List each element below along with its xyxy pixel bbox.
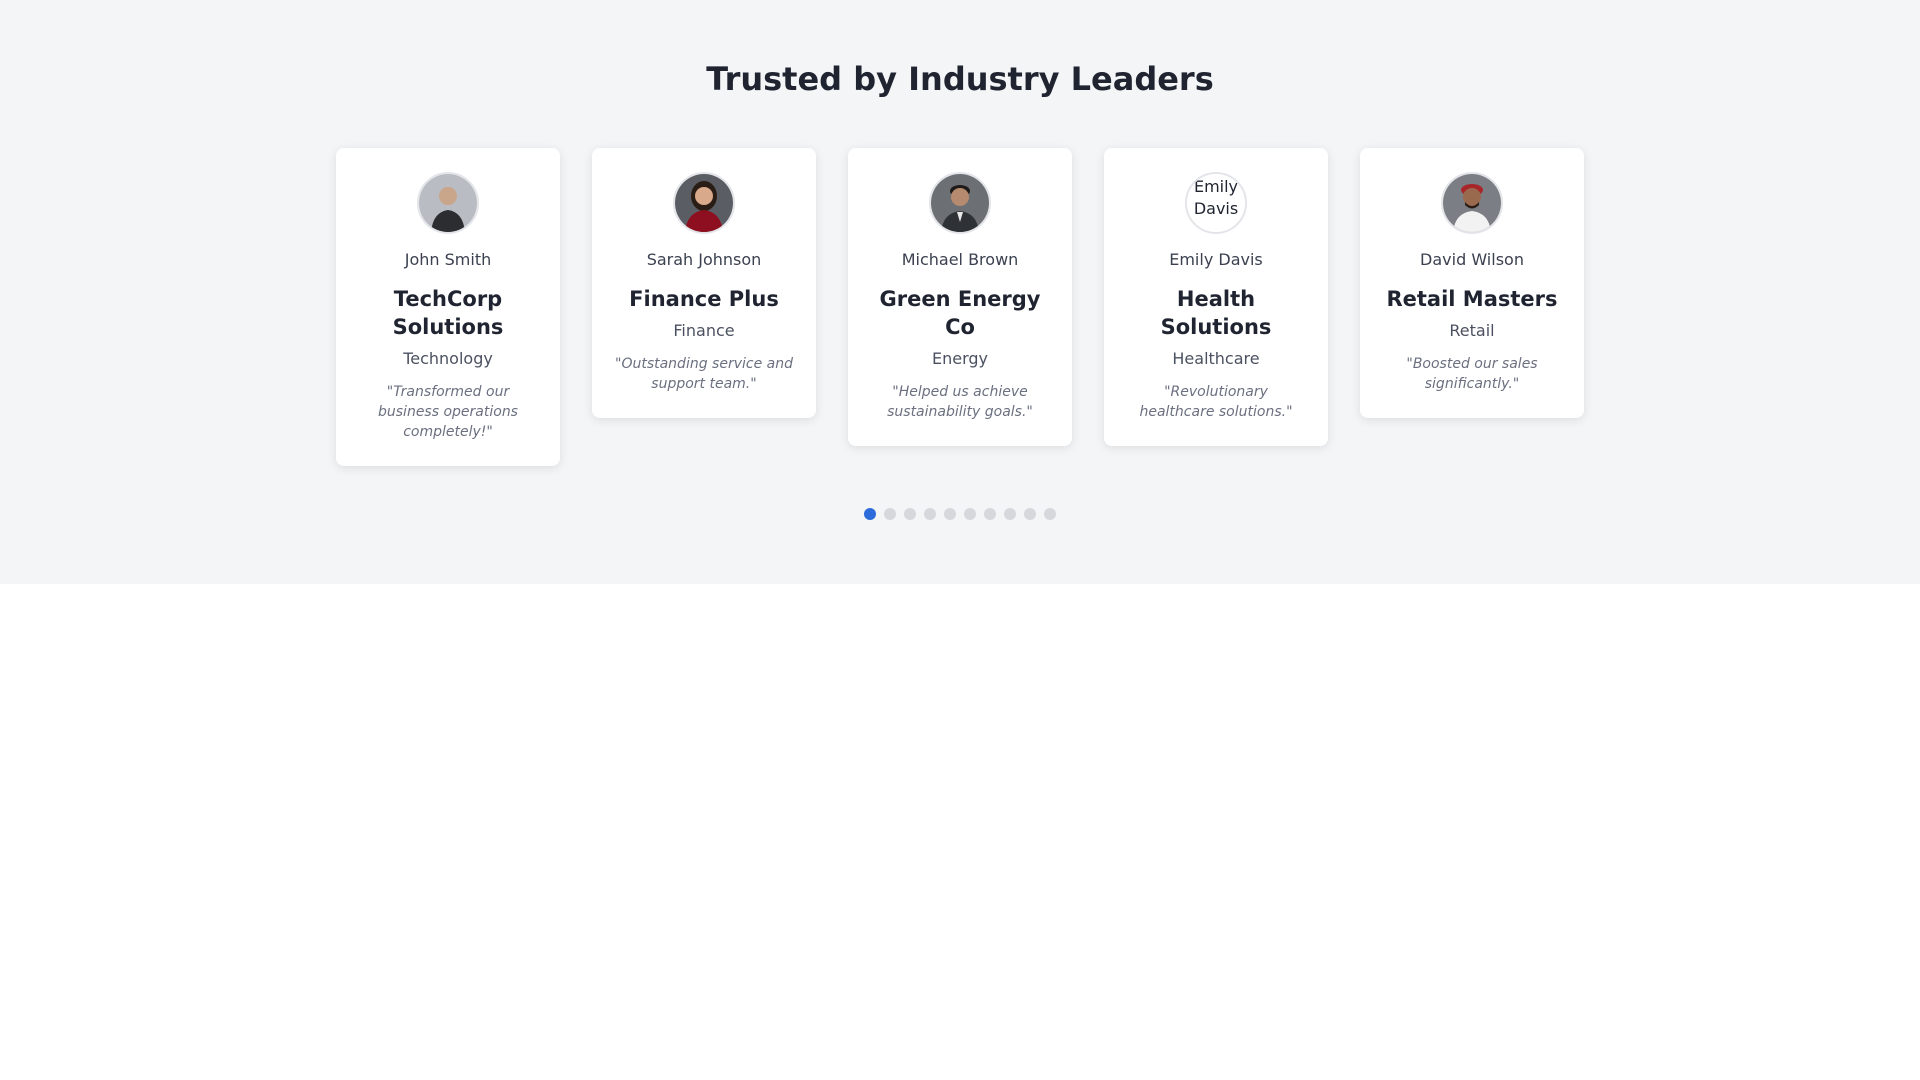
company-name: Finance Plus (629, 287, 779, 311)
avatar (929, 172, 991, 234)
pagination-dot-9[interactable] (1024, 508, 1036, 520)
pagination-dot-1[interactable] (864, 508, 876, 520)
pagination-dot-4[interactable] (924, 508, 936, 520)
testimonial-quote: "Helped us achieve sustainability goals.… (887, 384, 1033, 420)
avatar-photo-icon (675, 174, 733, 232)
company-name: TechCorp Solutions (392, 287, 504, 339)
testimonial-card: Emily Davis Emily Davis Health Solutions… (1104, 148, 1328, 446)
avatar (673, 172, 735, 234)
testimonial-quote: "Revolutionary healthcare solutions." (1139, 384, 1293, 420)
avatar-photo-icon (931, 174, 989, 232)
company-name: Retail Masters (1386, 287, 1558, 311)
pagination-dot-2[interactable] (884, 508, 896, 520)
testimonial-card: Sarah Johnson Finance Plus Finance "Outs… (592, 148, 816, 418)
person-name: David Wilson (1420, 250, 1524, 269)
testimonial-quote: "Transformed our business operations com… (378, 384, 518, 440)
testimonial-carousel: John Smith TechCorp Solutions Technology… (336, 148, 1584, 466)
testimonial-card: John Smith TechCorp Solutions Technology… (336, 148, 560, 466)
avatar-alt-text: Emily Davis (1193, 177, 1239, 218)
avatar (1441, 172, 1503, 234)
industry-label: Healthcare (1172, 349, 1260, 368)
testimonial-quote: "Boosted our sales significantly." (1406, 356, 1538, 392)
avatar (417, 172, 479, 234)
person-name: Emily Davis (1169, 250, 1263, 269)
pagination-dot-7[interactable] (984, 508, 996, 520)
industry-label: Finance (673, 321, 735, 340)
avatar-photo-icon (1443, 174, 1501, 232)
testimonial-card: Michael Brown Green Energy Co Energy "He… (848, 148, 1072, 446)
testimonials-section: Trusted by Industry Leaders John Smith T… (0, 0, 1920, 584)
carousel-pagination (864, 508, 1056, 520)
testimonial-card: David Wilson Retail Masters Retail "Boos… (1360, 148, 1584, 418)
person-name: John Smith (404, 250, 492, 269)
person-name: Michael Brown (901, 250, 1019, 269)
testimonial-quote: "Outstanding service and support team." (615, 356, 793, 392)
company-name: Health Solutions (1160, 287, 1272, 339)
pagination-dot-5[interactable] (944, 508, 956, 520)
pagination-dot-3[interactable] (904, 508, 916, 520)
industry-label: Energy (931, 349, 988, 368)
person-name: Sarah Johnson (646, 250, 762, 269)
industry-label: Retail (1449, 321, 1495, 340)
avatar: Emily Davis (1185, 172, 1247, 234)
industry-label: Technology (403, 349, 493, 368)
pagination-dot-6[interactable] (964, 508, 976, 520)
company-name: Green Energy Co (879, 287, 1041, 339)
avatar-photo-icon (419, 174, 477, 232)
section-heading: Trusted by Industry Leaders (706, 60, 1214, 98)
pagination-dot-10[interactable] (1044, 508, 1056, 520)
pagination-dot-8[interactable] (1004, 508, 1016, 520)
